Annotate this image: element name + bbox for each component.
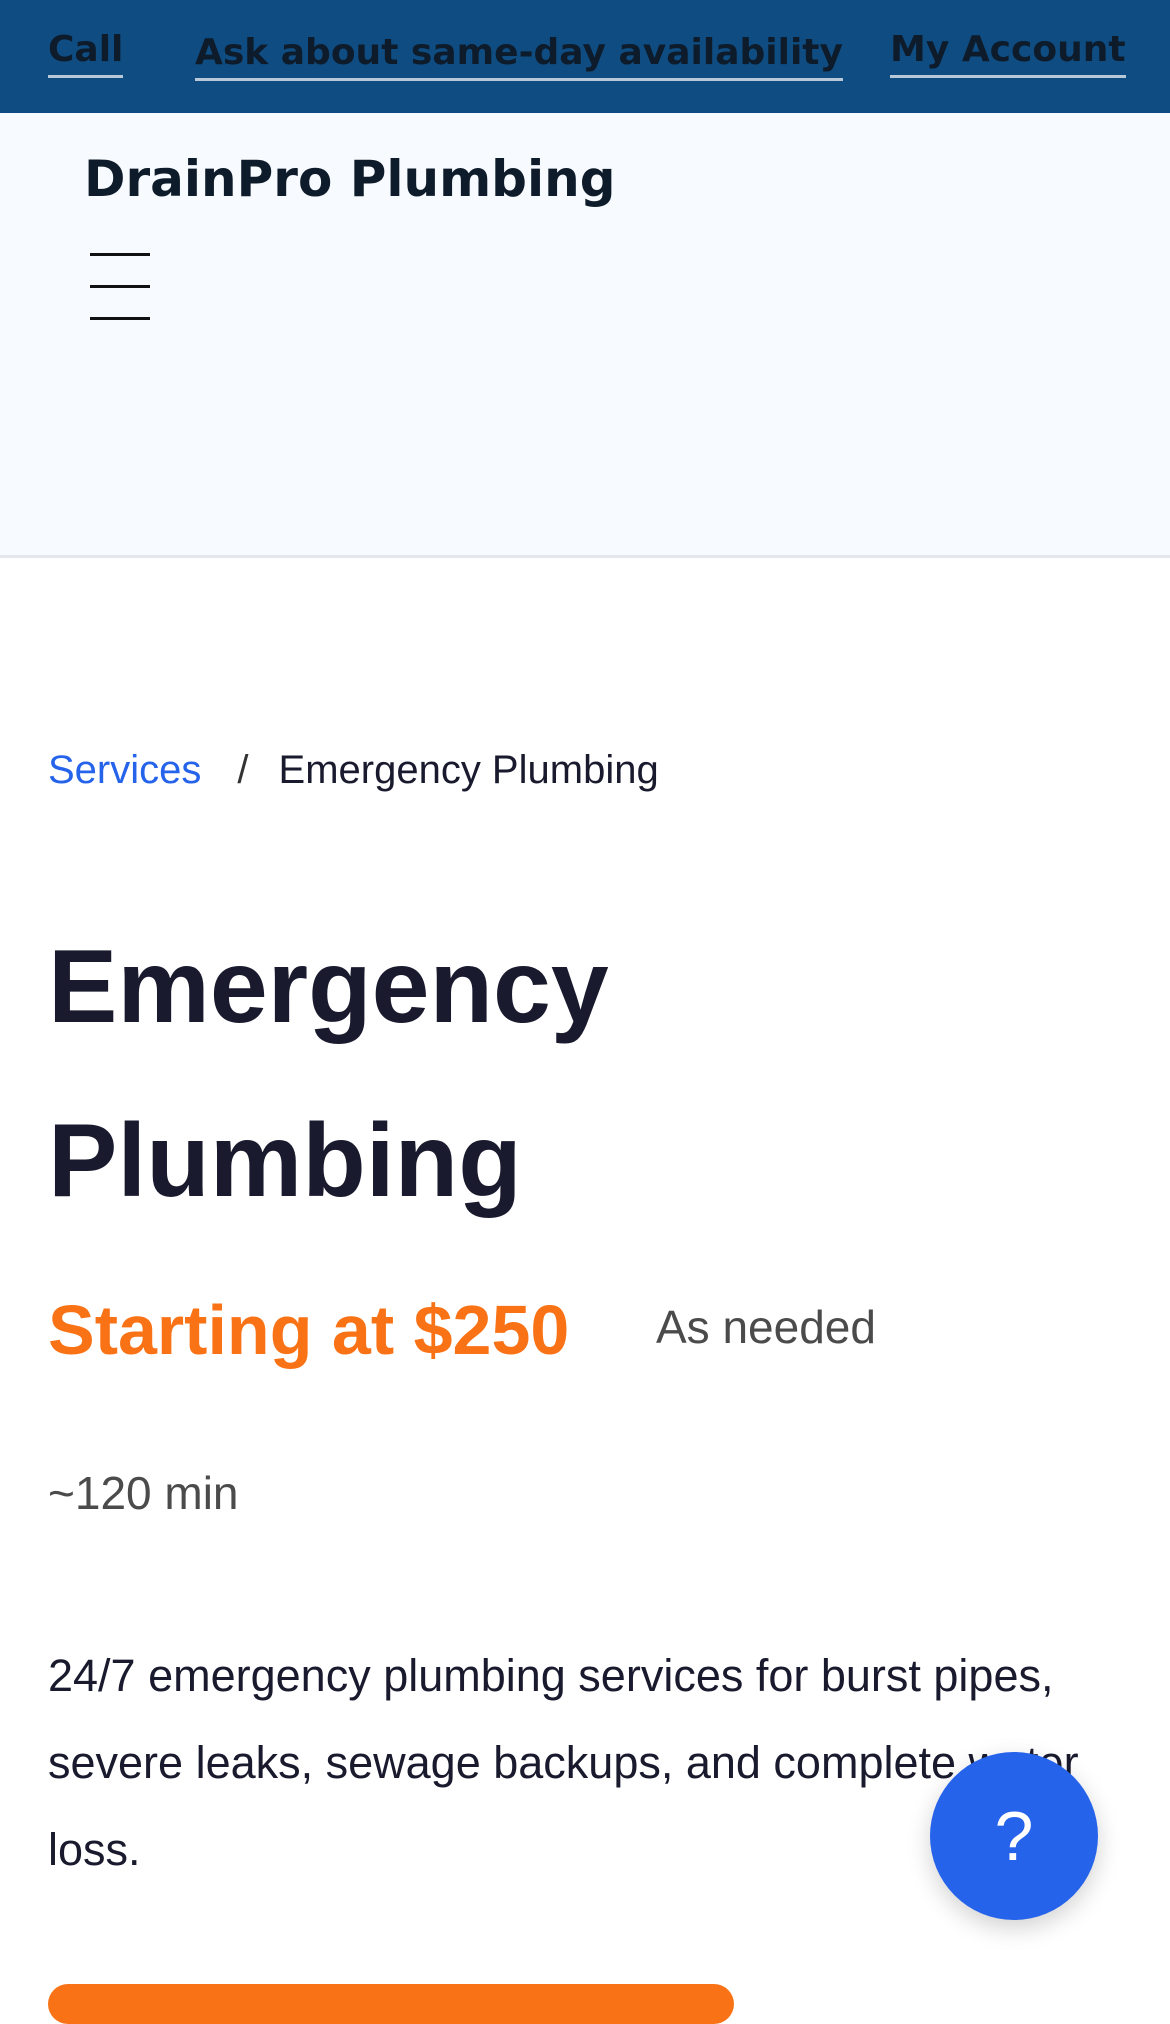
hamburger-line	[90, 285, 150, 288]
service-frequency: As needed	[656, 1301, 876, 1353]
breadcrumb: Services / Emergency Plumbing	[48, 746, 659, 794]
brand-name[interactable]: DrainPro Plumbing	[84, 149, 616, 209]
call-link[interactable]: Call	[48, 28, 124, 79]
breadcrumb-current: Emergency Plumbing	[278, 748, 659, 792]
page-title: Emergency Plumbing	[48, 929, 609, 1219]
same-day-availability-link[interactable]: Ask about same-day availability	[195, 31, 843, 82]
help-button[interactable]: ?	[930, 1752, 1098, 1920]
hamburger-menu-icon[interactable]	[84, 253, 156, 333]
hamburger-line	[90, 317, 150, 320]
primary-cta-button[interactable]	[48, 1984, 734, 2024]
service-price: Starting at $250	[48, 1291, 570, 1369]
service-duration: ~120 min	[48, 1467, 239, 1519]
breadcrumb-separator: /	[237, 748, 249, 792]
breadcrumb-services-link[interactable]: Services	[48, 748, 201, 792]
top-utility-bar: Call Ask about same-day availability My …	[0, 0, 1170, 113]
my-account-link[interactable]: My Account	[890, 28, 1126, 79]
site-header: DrainPro Plumbing	[0, 113, 1170, 558]
hamburger-line	[90, 253, 150, 256]
